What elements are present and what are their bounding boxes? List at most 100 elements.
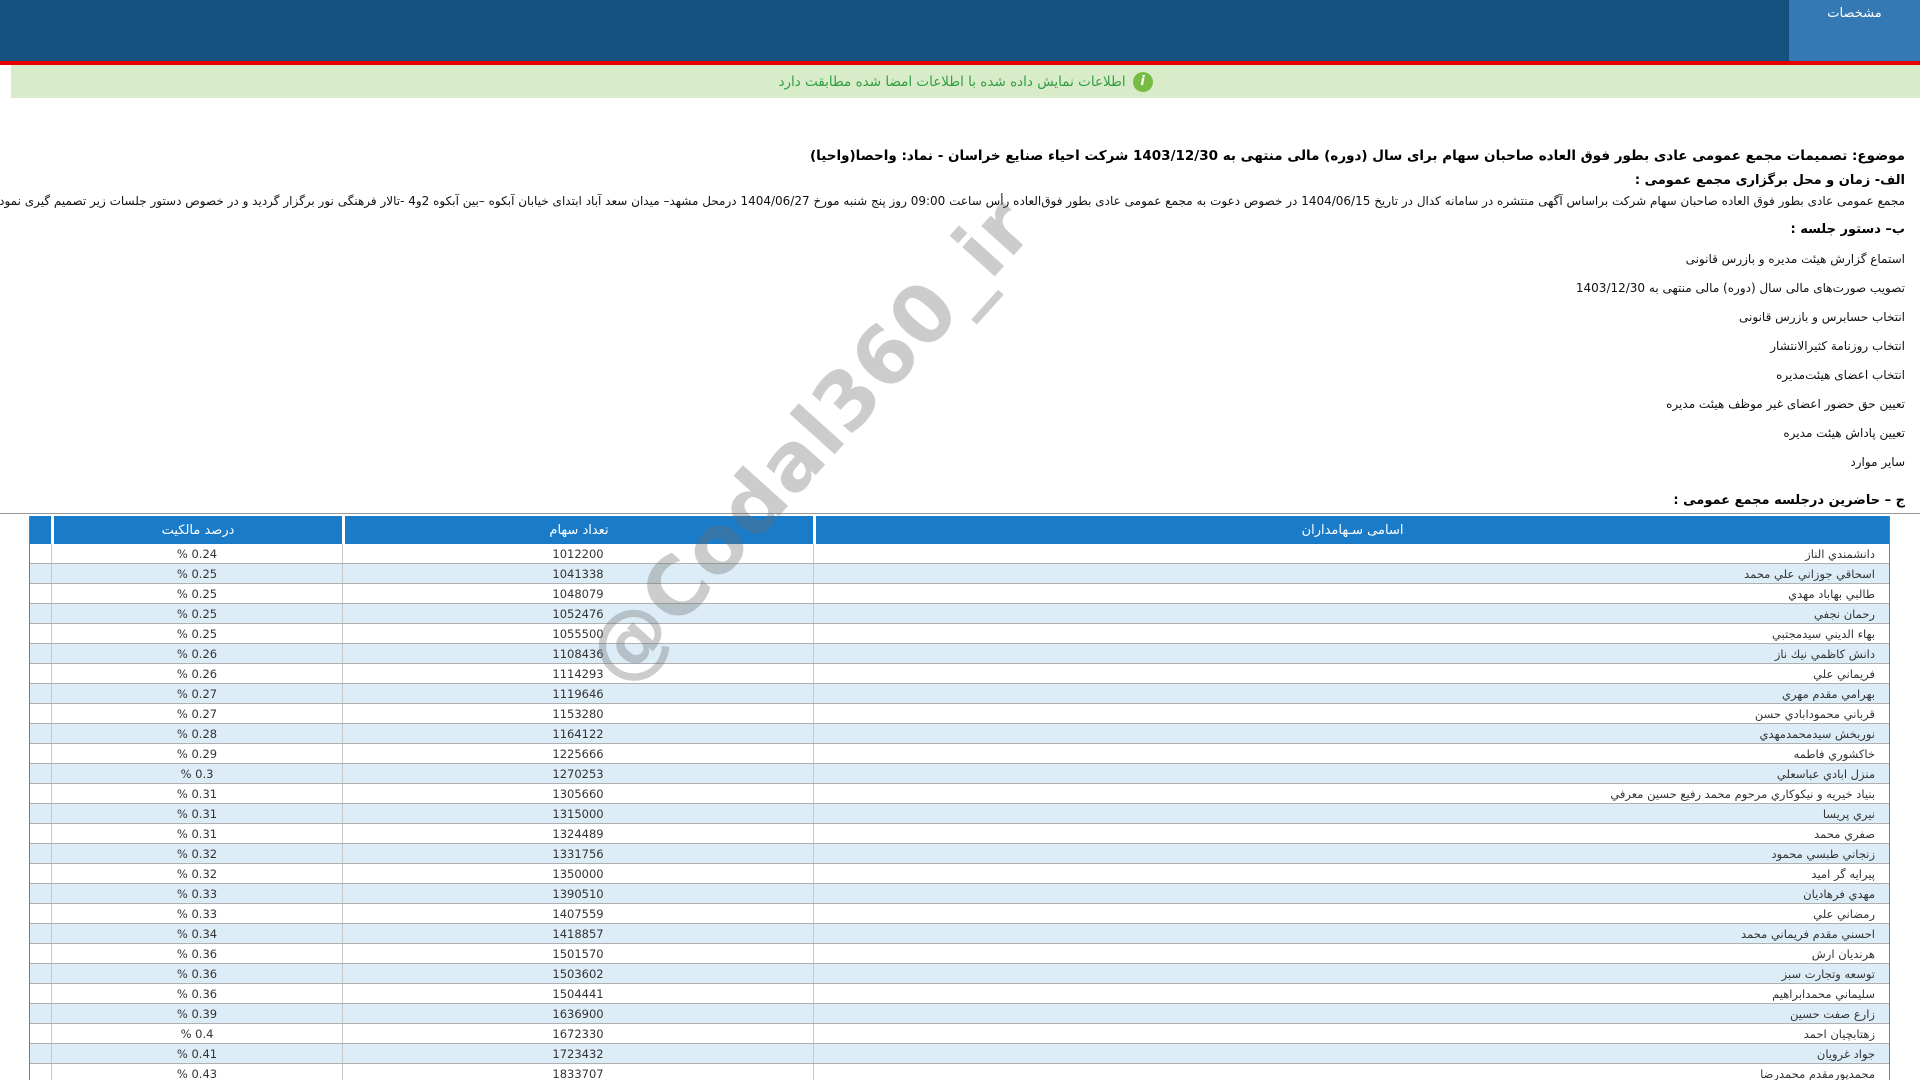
section-a-body: مجمع عمومی عادی بطور فوق العاده صاحبان س… [0, 194, 1905, 208]
table-cell-shares: 1055500 [342, 624, 813, 643]
table-cell-name: قرباني محمودابادي حسن [813, 704, 1889, 723]
table-row: پيرايه گر اميد 1350000% 0.32 [30, 864, 1889, 884]
tab-specifications[interactable]: مشخصات [1789, 0, 1920, 61]
table-row: احسني مقدم فريماني محمد 1418857% 0.34 [30, 924, 1889, 944]
table-cell-pct: % 0.36 [51, 964, 342, 983]
table-cell-pct: % 0.31 [51, 804, 342, 823]
table-cell-shares: 1270253 [342, 764, 813, 783]
table-cell-blank [30, 724, 51, 743]
table-cell-name: نيري پريسا [813, 804, 1889, 823]
top-header-bar: مشخصات [0, 0, 1920, 61]
agenda-item: انتخاب اعضای هیئت‌مدیره [1776, 368, 1905, 382]
table-cell-shares: 1833707 [342, 1064, 813, 1080]
table-row: طالبي بهاباد مهدي 1048079% 0.25 [30, 584, 1889, 604]
table-row: نوربخش سيدمحمدمهدي 1164122% 0.28 [30, 724, 1889, 744]
table-row: نيري پريسا 1315000% 0.31 [30, 804, 1889, 824]
table-cell-name: طالبي بهاباد مهدي [813, 584, 1889, 603]
table-cell-name: بنياد خيريه و نيكوكاري مرحوم محمد رفيع ح… [813, 784, 1889, 803]
table-cell-name: پيرايه گر اميد [813, 864, 1889, 883]
signature-status-text: اطلاعات نمایش داده شده با اطلاعات امضا ش… [778, 73, 1126, 90]
table-cell-pct: % 0.43 [51, 1064, 342, 1080]
table-cell-pct: % 0.31 [51, 824, 342, 843]
table-cell-pct: % 0.32 [51, 864, 342, 883]
table-cell-blank [30, 584, 51, 603]
column-header-shareholder-names: اسامی سـهامداران [813, 516, 1889, 544]
table-cell-blank [30, 624, 51, 643]
table-cell-name: زارع صفت حسين [813, 1004, 1889, 1023]
table-row: هرنديان ارش 1501570% 0.36 [30, 944, 1889, 964]
table-cell-pct: % 0.39 [51, 1004, 342, 1023]
table-cell-name: مهدي فرهاديان [813, 884, 1889, 903]
table-cell-shares: 1108436 [342, 644, 813, 663]
table-cell-blank [30, 604, 51, 623]
table-cell-name: صفري محمد [813, 824, 1889, 843]
table-cell-name: محمدپورمقدم محمدرضا [813, 1064, 1889, 1080]
table-cell-blank [30, 924, 51, 943]
page-title: موضوع: تصمیمات مجمع عمومی عادی بطور فوق … [810, 148, 1905, 164]
table-row: زنجاني طبسي محمود 1331756% 0.32 [30, 844, 1889, 864]
table-row: سليماني محمدابراهيم 1504441% 0.36 [30, 984, 1889, 1004]
table-cell-blank [30, 1004, 51, 1023]
section-c-wrap: ج – حاضرین درجلسه مجمع عمومی : [0, 493, 1920, 514]
section-c-title: ج – حاضرین درجلسه مجمع عمومی : [1673, 493, 1905, 508]
table-row: جواد غرويان 1723432% 0.41 [30, 1044, 1889, 1064]
table-cell-pct: % 0.3 [51, 764, 342, 783]
table-cell-blank [30, 844, 51, 863]
table-cell-blank [30, 784, 51, 803]
agenda-item: تصویب صورت‌های مالی سال (دوره) مالی منته… [1575, 281, 1905, 295]
table-cell-shares: 1048079 [342, 584, 813, 603]
table-cell-name: بهرامي مقدم مهري [813, 684, 1889, 703]
table-cell-shares: 1407559 [342, 904, 813, 923]
table-cell-blank [30, 684, 51, 703]
table-cell-blank [30, 564, 51, 583]
table-cell-name: رحمان نجفي [813, 604, 1889, 623]
table-cell-pct: % 0.36 [51, 984, 342, 1003]
agenda-item: تعیین حق حضور اعضای غیر موظف هیئت مدیره [1666, 397, 1905, 411]
table-row: بهرامي مقدم مهري 1119646% 0.27 [30, 684, 1889, 704]
table-cell-blank [30, 824, 51, 843]
table-cell-pct: % 0.32 [51, 844, 342, 863]
table-cell-name: زهتابچيان احمد [813, 1024, 1889, 1043]
table-cell-name: خاكشوري فاطمه [813, 744, 1889, 763]
table-cell-blank [30, 664, 51, 683]
table-cell-blank [30, 864, 51, 883]
table-cell-pct: % 0.26 [51, 664, 342, 683]
table-cell-pct: % 0.31 [51, 784, 342, 803]
table-row: بهاء الديني سيدمجتبي 1055500% 0.25 [30, 624, 1889, 644]
table-cell-name: بهاء الديني سيدمجتبي [813, 624, 1889, 643]
table-cell-blank [30, 964, 51, 983]
info-icon: i [1132, 71, 1153, 92]
agenda-item: تعیین پاداش هیئت مدیره [1783, 426, 1905, 440]
table-cell-pct: % 0.29 [51, 744, 342, 763]
table-cell-blank [30, 944, 51, 963]
agenda-list: استماع گزارش هیئت مدیره و بازرس قانونی تص… [15, 252, 1905, 469]
table-cell-name: فريماني علي [813, 664, 1889, 683]
table-cell-pct: % 0.27 [51, 684, 342, 703]
table-cell-shares: 1390510 [342, 884, 813, 903]
column-header-share-count: تعداد سهام [342, 516, 813, 544]
table-cell-shares: 1418857 [342, 924, 813, 943]
table-cell-shares: 1501570 [342, 944, 813, 963]
table-cell-shares: 1504441 [342, 984, 813, 1003]
table-cell-shares: 1041338 [342, 564, 813, 583]
agenda-item: انتخاب روزنامة کثیرالانتشار [1770, 339, 1905, 353]
table-cell-shares: 1723432 [342, 1044, 813, 1063]
table-row: رحمان نجفي 1052476% 0.25 [30, 604, 1889, 624]
table-cell-blank [30, 904, 51, 923]
table-cell-pct: % 0.25 [51, 624, 342, 643]
table-row: محمدپورمقدم محمدرضا 1833707% 0.43 [30, 1064, 1889, 1080]
shareholders-table-body: دانشمندي الناز 1012200% 0.24 اسحاقي جوزاني… [30, 544, 1889, 1080]
table-cell-name: رمضاني علي [813, 904, 1889, 923]
column-header-ownership-percent: درصد مالکیت [51, 516, 342, 544]
table-cell-name: هرنديان ارش [813, 944, 1889, 963]
agenda-item: انتخاب حسابرس و بازرس قانونی [1739, 310, 1905, 324]
table-cell-pct: % 0.24 [51, 544, 342, 563]
table-cell-name: نوربخش سيدمحمدمهدي [813, 724, 1889, 743]
table-cell-name: سليماني محمدابراهيم [813, 984, 1889, 1003]
table-row: صفري محمد 1324489% 0.31 [30, 824, 1889, 844]
table-cell-blank [30, 704, 51, 723]
table-cell-blank [30, 884, 51, 903]
table-row: مهدي فرهاديان 1390510% 0.33 [30, 884, 1889, 904]
table-cell-shares: 1012200 [342, 544, 813, 563]
table-row: منزل ابادي عباسعلي 1270253% 0.3 [30, 764, 1889, 784]
